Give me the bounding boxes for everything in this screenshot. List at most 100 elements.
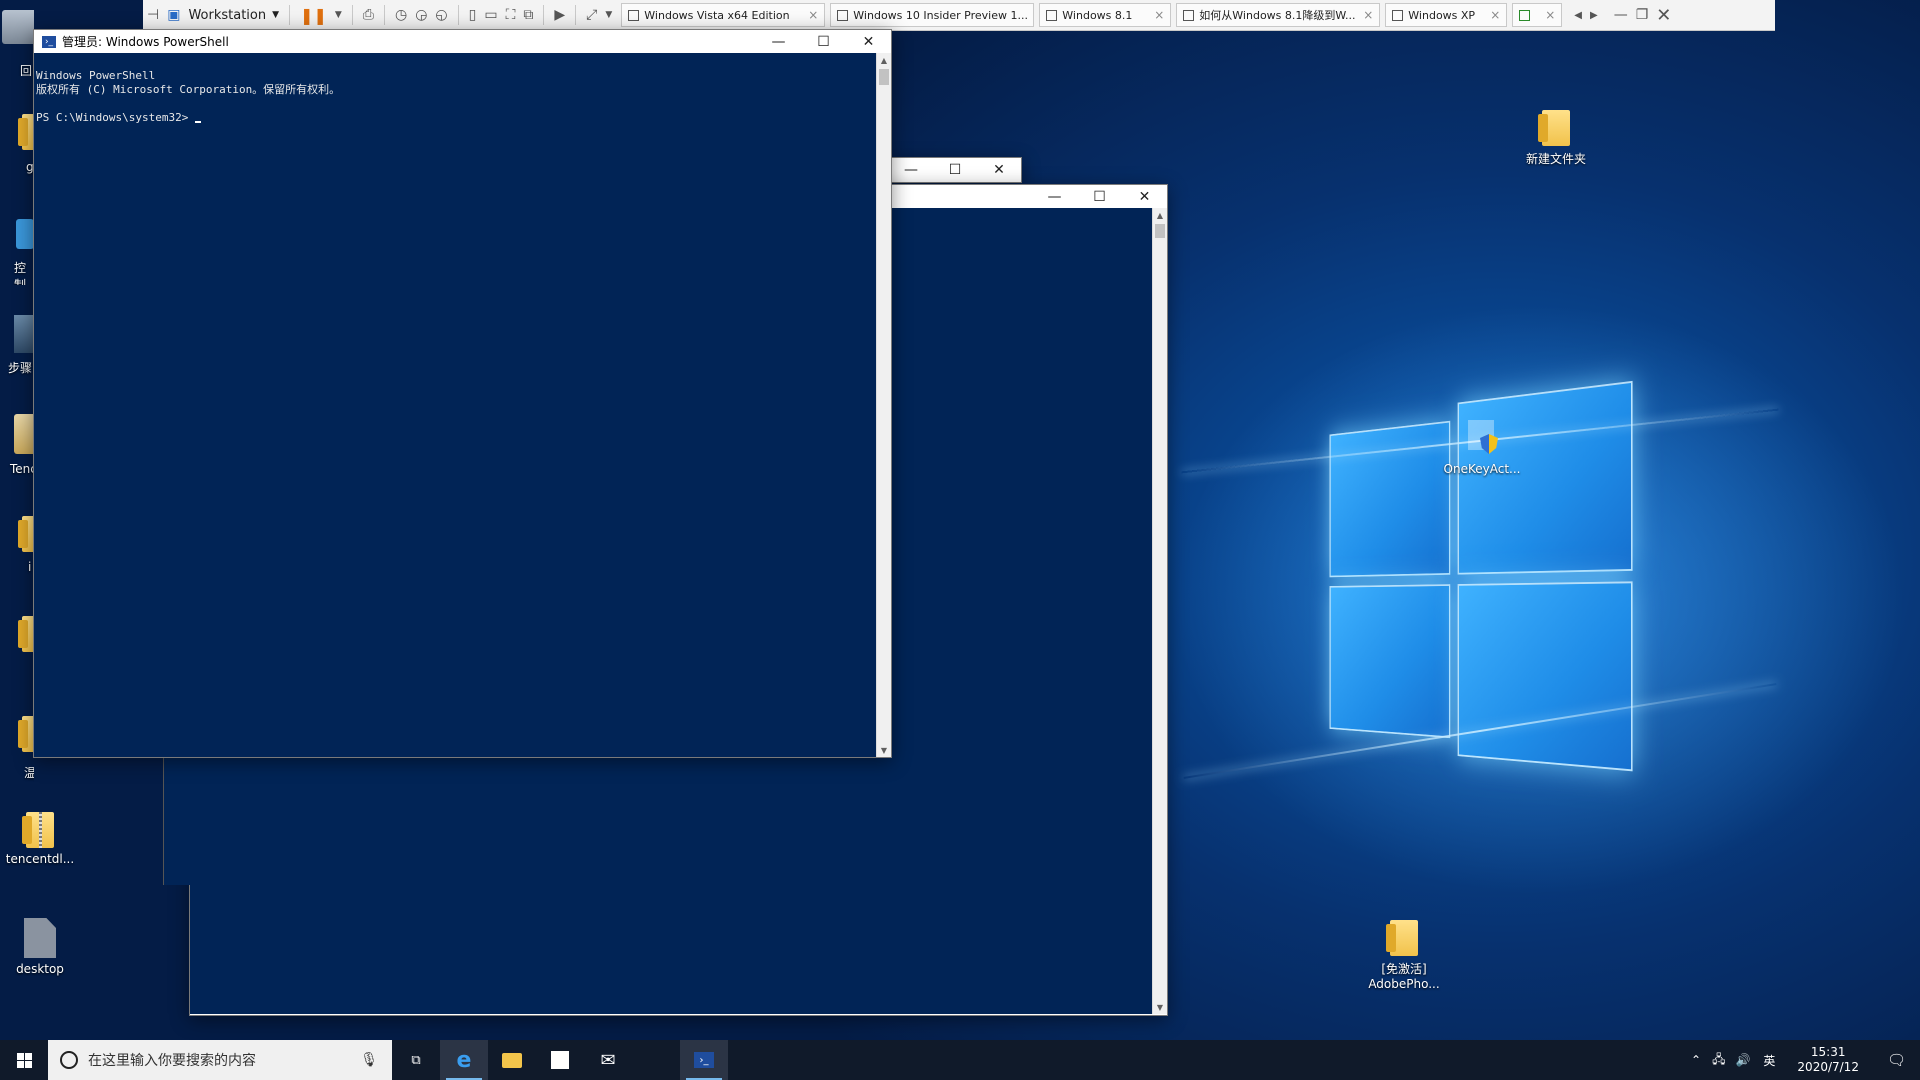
vertical-scrollbar[interactable]: ▲ ▼ <box>876 53 891 757</box>
recycle-bin-icon[interactable]: 回 <box>0 6 34 76</box>
network-icon[interactable]: 🖧 <box>1707 1050 1730 1071</box>
scroll-right-icon[interactable]: ▶ <box>1586 3 1602 27</box>
chevron-down-icon: ▼ <box>272 10 280 20</box>
minimize-button[interactable]: — <box>756 30 801 53</box>
vertical-scrollbar[interactable]: ▲ ▼ <box>1152 208 1167 1014</box>
edge-taskbar-button[interactable]: e <box>440 1040 488 1080</box>
restore-button[interactable]: ❐ <box>1632 3 1653 27</box>
scroll-down-icon[interactable]: ▼ <box>1153 1000 1167 1014</box>
vm-tab-label: Windows 8.1 <box>1062 8 1133 22</box>
stretch-icon[interactable]: ⤢ <box>582 3 601 27</box>
revert-snapshot-icon[interactable]: ◶ <box>411 3 431 27</box>
vm-tab-label: Windows XP <box>1408 8 1476 22</box>
console-line: Windows PowerShell <box>36 69 156 82</box>
console-icon[interactable]: ▶ <box>550 3 569 27</box>
desktop-folder-icon[interactable] <box>0 612 34 672</box>
taskbar: 在这里输入你要搜索的内容 🎙 ⧉ e ✉ ›_ ⌃ 🖧 🔊 英 15:31 20… <box>0 1040 1920 1080</box>
close-button[interactable]: ✕ <box>1122 185 1167 208</box>
start-button[interactable] <box>0 1040 48 1080</box>
folder-icon <box>502 1052 522 1068</box>
chevron-down-icon[interactable]: ▼ <box>331 3 346 27</box>
close-icon[interactable]: × <box>1539 8 1555 22</box>
task-view-button[interactable]: ⧉ <box>392 1040 440 1080</box>
snapshot-icon[interactable]: ◷ <box>391 3 411 27</box>
desktop-icon-label: 控制 <box>14 261 27 285</box>
control-panel-icon[interactable]: 控制 <box>0 215 34 285</box>
close-icon[interactable]: × <box>1484 8 1500 22</box>
background-window-titlebar[interactable]: — ☐ ✕ <box>888 157 1022 183</box>
scroll-up-icon[interactable]: ▲ <box>1153 208 1167 222</box>
window-title: 管理员: Windows PowerShell <box>62 35 229 49</box>
background-window-edge <box>163 750 190 885</box>
volume-icon[interactable]: 🔊 <box>1730 1053 1755 1067</box>
scroll-down-icon[interactable]: ▼ <box>877 743 891 757</box>
microphone-icon[interactable]: 🎙 <box>360 1052 378 1068</box>
mail-taskbar-button[interactable]: ✉ <box>584 1040 632 1080</box>
minimize-button[interactable]: — <box>1610 3 1632 27</box>
maximize-button[interactable]: ☐ <box>933 158 977 181</box>
desktop-icon-label: tencentdl... <box>5 852 75 866</box>
send-ctrl-alt-del-icon[interactable]: ⎙ <box>359 3 378 27</box>
minimize-button[interactable]: — <box>889 158 933 181</box>
fullscreen-icon[interactable]: ⛶ <box>502 3 520 27</box>
vm-tab-xp[interactable]: Windows XP × <box>1385 3 1508 27</box>
console-area[interactable]: Windows PowerShell 版权所有 (C) Microsoft Cor… <box>34 53 891 757</box>
vm-tab-new[interactable]: × <box>1512 3 1563 27</box>
pin-icon[interactable]: ⊣ <box>143 3 163 27</box>
zip-folder-icon <box>22 812 54 848</box>
close-icon[interactable]: × <box>802 8 818 22</box>
workstation-menu[interactable]: Workstation ▼ <box>184 3 283 27</box>
divider <box>289 5 291 25</box>
close-icon[interactable]: × <box>1357 8 1373 22</box>
desktop-folder-icon[interactable]: [免激活] AdobePho... <box>1364 920 1444 991</box>
console-line: 版权所有 (C) Microsoft Corporation。保留所有权利。 <box>36 83 341 96</box>
scroll-up-icon[interactable]: ▲ <box>877 53 891 67</box>
minimize-button[interactable]: — <box>1032 185 1077 208</box>
clock[interactable]: 15:31 2020/7/12 <box>1783 1045 1873 1075</box>
desktop-folder-icon[interactable]: g <box>0 108 34 178</box>
pause-button[interactable]: ❚❚ <box>296 3 331 27</box>
desktop-folder-icon[interactable]: 温10 <box>0 712 34 782</box>
unity-icon[interactable]: ⧉ <box>519 3 537 27</box>
snapshot-manager-icon[interactable]: ◵ <box>431 3 451 27</box>
mail-icon: ✉ <box>600 1049 616 1071</box>
close-button[interactable]: ✕ <box>846 30 891 53</box>
tencent-icon[interactable]: Tenc <box>0 412 34 482</box>
action-center-icon[interactable]: 🗨 <box>1873 1051 1920 1069</box>
show-hidden-icons-icon[interactable]: ⌃ <box>1685 1053 1707 1067</box>
store-taskbar-button[interactable] <box>536 1040 584 1080</box>
sidebar-view-icon[interactable]: ▯ <box>465 3 481 27</box>
close-button[interactable]: ✕ <box>977 158 1021 181</box>
scroll-left-icon[interactable]: ◀ <box>1570 3 1586 27</box>
desktop-file-icon[interactable]: desktop <box>0 918 80 976</box>
scrollbar-thumb[interactable] <box>879 69 889 85</box>
vm-icon <box>1519 9 1531 21</box>
vm-tab-vista[interactable]: Windows Vista x64 Edition × <box>621 3 826 27</box>
ime-indicator[interactable]: 英 <box>1755 1052 1783 1069</box>
console-prompt-line[interactable]: PS C:\Windows\system32> <box>36 111 889 125</box>
thumbnail-view-icon[interactable]: ▭ <box>480 3 501 27</box>
close-icon[interactable]: × <box>1148 8 1164 22</box>
desktop-folder-icon[interactable]: 新建文件夹 <box>1516 110 1596 167</box>
vm-tab-win10[interactable]: Windows 10 Insider Preview 1... × <box>830 3 1035 27</box>
desktop-folder-icon[interactable]: i <box>0 512 34 582</box>
vm-tab-label: 如何从Windows 8.1降级到W... <box>1199 9 1356 22</box>
onekeyact-shortcut[interactable]: OneKeyAct... <box>1442 418 1522 476</box>
scrollbar-thumb[interactable] <box>1155 224 1165 238</box>
chevron-down-icon[interactable]: ▼ <box>601 3 616 27</box>
powershell-window[interactable]: ›_ 管理员: Windows PowerShell — ☐ ✕ Windows… <box>33 29 892 758</box>
vm-tab-win81[interactable]: Windows 8.1 × <box>1039 3 1172 27</box>
close-icon[interactable]: × <box>1028 8 1033 22</box>
file-explorer-taskbar-button[interactable] <box>488 1040 536 1080</box>
vm-icon <box>628 9 640 21</box>
close-button[interactable]: ✕ <box>1652 3 1675 27</box>
vm-tab-downgrade[interactable]: 如何从Windows 8.1降级到W... × <box>1176 3 1381 27</box>
taskbar-search-box[interactable]: 在这里输入你要搜索的内容 🎙 <box>48 1040 392 1080</box>
window-titlebar[interactable]: ›_ 管理员: Windows PowerShell — ☐ ✕ <box>34 30 891 53</box>
steps-recorder-icon[interactable]: 步骤 <box>0 313 34 383</box>
desktop-icon-label: desktop <box>16 962 64 976</box>
maximize-button[interactable]: ☐ <box>801 30 846 53</box>
maximize-button[interactable]: ☐ <box>1077 185 1122 208</box>
powershell-taskbar-button[interactable]: ›_ <box>680 1040 728 1080</box>
desktop-zip-folder-icon[interactable]: tencentdl... <box>0 812 80 866</box>
